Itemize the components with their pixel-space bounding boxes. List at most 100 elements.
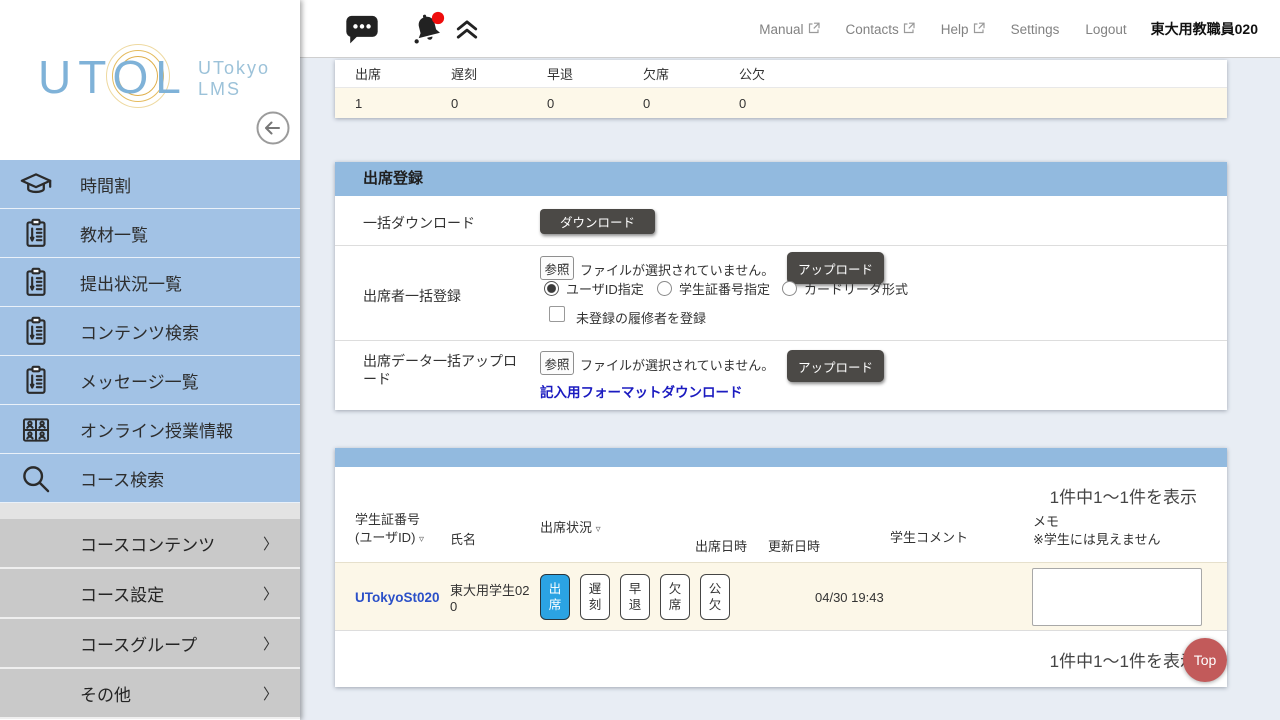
student-name: 東大用学生020 [450, 583, 532, 614]
status-early-leave-button[interactable]: 早退 [620, 574, 650, 620]
sidebar-item-course-settings[interactable]: コース設定 〉 [0, 569, 300, 619]
summary-col-present: 出席 [355, 64, 451, 83]
summary-early-leave-count: 0 [547, 96, 643, 111]
sidebar-item-course-group[interactable]: コースグループ 〉 [0, 619, 300, 669]
radio-card-reader-format[interactable]: カードリーダ形式 [782, 279, 908, 298]
table-header-row: 学生証番号 (ユーザID) ▿ 氏名 出席状況 ▿ 出席日時 更新日時 学生コメ… [335, 507, 1227, 562]
utol-lms-app: UTOL UTokyo LMS [0, 0, 1280, 720]
attendee-bulk-label: 出席者一括登録 [363, 286, 461, 306]
bulk-download-row: 一括ダウンロード ダウンロード [335, 196, 1227, 246]
no-file-selected-text: ファイルが選択されていません。 [580, 355, 774, 374]
search-icon [18, 462, 54, 501]
clipboard-pen-icon [18, 266, 54, 305]
sort-icon: ▿ [596, 524, 601, 535]
chevron-right-icon: 〉 [263, 633, 278, 654]
chevron-right-icon: 〉 [263, 533, 278, 554]
current-user-name: 東大用教職員020 [1151, 19, 1258, 39]
summary-present-count: 1 [355, 96, 451, 111]
topbar-links: Manual Contacts Help [733, 0, 1258, 58]
settings-link[interactable]: Settings [1011, 22, 1060, 37]
download-button[interactable]: ダウンロード [540, 209, 655, 234]
sidebar-item-course-contents[interactable]: コースコンテンツ 〉 [0, 519, 300, 569]
col-student-id[interactable]: 学生証番号 (ユーザID) ▿ [355, 511, 424, 546]
utol-logo-subtitle: UTokyo LMS [198, 58, 270, 100]
section-title: 出席登録 [335, 162, 1227, 196]
result-count-bottom: 1件中1〜1件を表示 [335, 631, 1227, 687]
clipboard-pen-icon [18, 217, 54, 256]
summary-col-late: 遅刻 [451, 64, 547, 83]
external-link-icon [973, 22, 985, 37]
sidebar-item-message-list[interactable]: メッセージ一覧 [0, 356, 300, 405]
col-status[interactable]: 出席状況 ▿ [540, 519, 601, 537]
notification-bell-icon[interactable] [408, 10, 448, 55]
format-download-link[interactable]: 記入用フォーマットダウンロード [540, 381, 743, 401]
radio-button-icon [782, 281, 797, 296]
radio-student-card-number[interactable]: 学生証番号指定 [657, 279, 770, 298]
utol-logo: UTOL [38, 50, 188, 104]
student-id-link[interactable]: UTokyoSt020 [355, 590, 440, 605]
clipboard-pen-icon [18, 315, 54, 354]
radio-button-icon [657, 281, 672, 296]
summary-col-early-leave: 早退 [547, 64, 643, 83]
table-top-bar [335, 448, 1227, 467]
summary-header-row: 出席 遅刻 早退 欠席 公欠 [335, 60, 1227, 88]
col-updated-datetime: 更新日時 [768, 538, 820, 556]
summary-excused-count: 0 [739, 96, 835, 111]
sidebar-divider-strip [0, 503, 300, 519]
summary-late-count: 0 [451, 96, 547, 111]
data-upload-label: 出席データ一括アップロード [363, 353, 518, 388]
back-arrow-icon [255, 134, 291, 149]
summary-value-row: 1 0 0 0 0 [335, 88, 1227, 118]
main-content: 出席 遅刻 早退 欠席 公欠 1 0 0 0 0 出席登録 一括ダ [300, 58, 1280, 720]
attendance-data-upload-row: 出席データ一括アップロード 参照 ファイルが選択されていません。 アップロード … [335, 341, 1227, 410]
sidebar-item-online-class-info[interactable]: オンライン授業情報 [0, 405, 300, 454]
status-late-button[interactable]: 遅刻 [580, 574, 610, 620]
external-link-icon [903, 22, 915, 37]
topbar: Manual Contacts Help [300, 0, 1280, 58]
clipboard-pen-icon [18, 364, 54, 403]
col-student-comment: 学生コメント [890, 529, 968, 547]
sidebar-item-others[interactable]: その他 〉 [0, 669, 300, 719]
sidebar-item-timetable[interactable]: 時間割 [0, 160, 300, 209]
logout-link[interactable]: Logout [1085, 22, 1126, 37]
status-excused-button[interactable]: 公欠 [700, 574, 730, 620]
status-present-button[interactable]: 出席 [540, 574, 570, 620]
status-button-group: 出席 遅刻 早退 欠席 公欠 [540, 574, 730, 620]
summary-absent-count: 0 [643, 96, 739, 111]
summary-col-absent: 欠席 [643, 64, 739, 83]
status-absent-button[interactable]: 欠席 [660, 574, 690, 620]
radio-user-id[interactable]: ユーザID指定 [544, 279, 644, 298]
sidebar-item-course-search[interactable]: コース検索 [0, 454, 300, 503]
contacts-link[interactable]: Contacts [846, 22, 915, 37]
chat-icon[interactable] [345, 13, 379, 50]
register-unenrolled-label: 未登録の履修者を登録 [576, 308, 706, 327]
chevron-right-icon: 〉 [263, 583, 278, 604]
external-link-icon [808, 22, 820, 37]
updated-datetime-value: 04/30 19:43 [815, 590, 884, 605]
people-grid-icon [18, 413, 54, 452]
register-unenrolled-checkbox[interactable] [549, 306, 565, 322]
graduation-cap-icon [18, 168, 54, 207]
radio-button-icon [544, 281, 559, 296]
summary-col-excused: 公欠 [739, 64, 835, 83]
sidebar-collapse-button[interactable] [255, 110, 291, 146]
col-memo: メモ ※学生には見えません [1033, 513, 1161, 548]
memo-textarea[interactable] [1032, 568, 1202, 626]
bulk-download-label: 一括ダウンロード [363, 213, 475, 233]
logo-area: UTOL UTokyo LMS [0, 0, 300, 160]
collapse-up-icon[interactable] [455, 19, 479, 45]
attendance-summary-table: 出席 遅刻 早退 欠席 公欠 1 0 0 0 0 [335, 60, 1227, 118]
browse-file-button[interactable]: 参照 [540, 256, 574, 280]
help-link[interactable]: Help [941, 22, 985, 37]
sidebar-item-submission-status[interactable]: 提出状況一覧 [0, 258, 300, 307]
sort-icon: ▿ [419, 534, 424, 545]
result-count-top: 1件中1〜1件を表示 [335, 467, 1227, 507]
attendance-registration-section: 出席登録 一括ダウンロード ダウンロード 出席者一括登録 参照 ファイルが選択さ… [335, 162, 1227, 410]
upload-button[interactable]: アップロード [787, 350, 884, 382]
scroll-to-top-button[interactable]: Top [1183, 638, 1227, 682]
browse-file-button[interactable]: 参照 [540, 351, 574, 375]
sidebar-item-content-search[interactable]: コンテンツ検索 [0, 307, 300, 356]
sidebar-item-materials[interactable]: 教材一覧 [0, 209, 300, 258]
manual-link[interactable]: Manual [759, 22, 819, 37]
sidebar: UTOL UTokyo LMS [0, 0, 300, 720]
